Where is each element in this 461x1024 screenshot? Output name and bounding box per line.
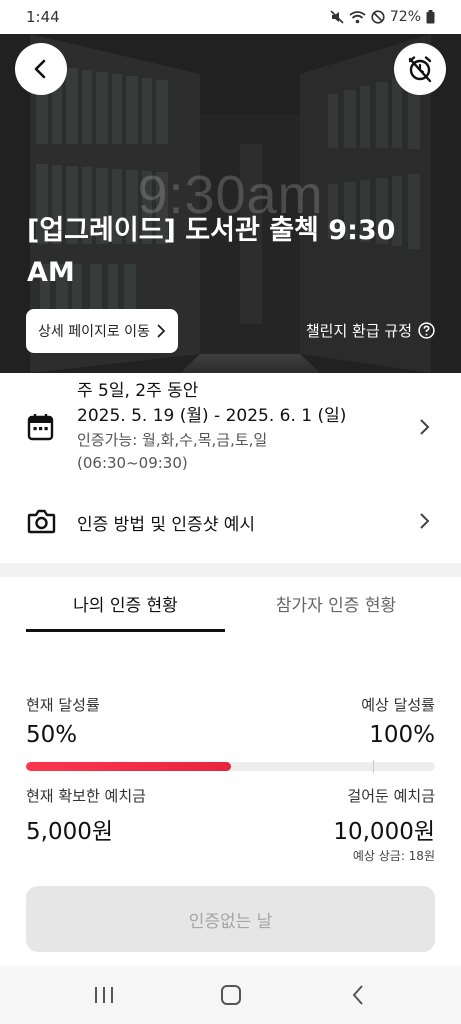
staked-deposit-value: 10,000원 bbox=[333, 819, 435, 845]
secured-deposit-value: 5,000원 bbox=[26, 819, 114, 845]
alarm-off-icon bbox=[408, 56, 432, 83]
expected-achievement-value: 100% bbox=[369, 722, 435, 748]
period-range: 2025. 5. 19 (월) - 2025. 6. 1 (일) bbox=[77, 406, 347, 426]
no-certification-day-button[interactable]: 인증없는 날 bbox=[26, 886, 435, 952]
chevron-left-icon bbox=[34, 59, 46, 79]
period-title: 주 5일, 2주 동안 bbox=[77, 381, 199, 401]
system-navigation-bar bbox=[0, 966, 461, 1024]
system-back-button[interactable] bbox=[333, 975, 383, 1015]
back-button[interactable] bbox=[15, 43, 67, 95]
detail-page-button-label: 상세 페이지로 이동 bbox=[38, 324, 150, 340]
section-divider bbox=[0, 563, 461, 577]
challenge-period-row[interactable]: 주 5일, 2주 동안 2025. 5. 19 (월) - 2025. 6. 1… bbox=[0, 373, 461, 483]
period-days: 인증가능: 월,화,수,목,금,토,일 bbox=[77, 431, 268, 449]
chevron-right-icon bbox=[420, 513, 430, 529]
alarm-off-button[interactable] bbox=[394, 43, 446, 95]
battery-percent: 72% bbox=[389, 9, 421, 25]
refund-policy-label: 챌린지 환급 규정 bbox=[305, 322, 412, 340]
refund-policy-link[interactable]: 챌린지 환급 규정 bbox=[306, 320, 435, 341]
chevron-right-icon bbox=[420, 419, 430, 435]
status-time: 1:44 bbox=[26, 8, 60, 26]
current-achievement-value: 50% bbox=[26, 722, 78, 748]
calendar-icon bbox=[27, 414, 54, 441]
secured-deposit-label: 현재 확보한 예치금 bbox=[26, 787, 146, 805]
recent-apps-button[interactable] bbox=[79, 975, 129, 1015]
battery-icon bbox=[426, 10, 435, 24]
expected-achievement-label: 예상 달성률 bbox=[361, 696, 435, 714]
period-hours: (06:30~09:30) bbox=[77, 454, 188, 472]
home-icon bbox=[220, 985, 241, 1005]
active-tab-indicator bbox=[26, 629, 225, 632]
status-icons: 72% bbox=[330, 9, 435, 25]
recent-apps-icon bbox=[94, 987, 113, 1003]
certification-method-label: 인증 방법 및 인증샷 예시 bbox=[77, 515, 256, 535]
home-button[interactable] bbox=[206, 975, 256, 1015]
back-arrow-icon bbox=[352, 985, 363, 1005]
certification-method-row[interactable]: 인증 방법 및 인증샷 예시 bbox=[0, 495, 461, 549]
status-tabs: 나의 인증 현황 참가자 인증 현황 bbox=[0, 577, 461, 633]
help-circle-icon bbox=[418, 322, 435, 339]
tab-my-status[interactable]: 나의 인증 현황 bbox=[26, 591, 225, 616]
chevron-right-icon bbox=[157, 324, 166, 338]
challenge-title: [업그레이드] 도서관 출첵 9:30 AM bbox=[27, 215, 396, 288]
challenge-hero: 9:30am [업그레이드] 도서관 출첵 9:30 AM 상세 페이지로 이동… bbox=[0, 34, 461, 373]
camera-icon bbox=[27, 509, 56, 534]
expected-reward-note: 예상 상금: 18원 bbox=[352, 849, 435, 863]
mute-icon bbox=[330, 10, 344, 24]
status-bar: 1:44 72% bbox=[0, 0, 461, 34]
dnd-icon bbox=[371, 10, 385, 24]
current-achievement-label: 현재 달성률 bbox=[26, 696, 100, 714]
achievement-progress-fill bbox=[26, 762, 231, 771]
expected-progress-marker bbox=[373, 760, 374, 773]
wifi-icon bbox=[349, 10, 366, 24]
tab-participant-status[interactable]: 참가자 인증 현황 bbox=[236, 591, 436, 616]
detail-page-button[interactable]: 상세 페이지로 이동 bbox=[26, 309, 178, 353]
staked-deposit-label: 걸어둔 예치금 bbox=[347, 787, 435, 805]
